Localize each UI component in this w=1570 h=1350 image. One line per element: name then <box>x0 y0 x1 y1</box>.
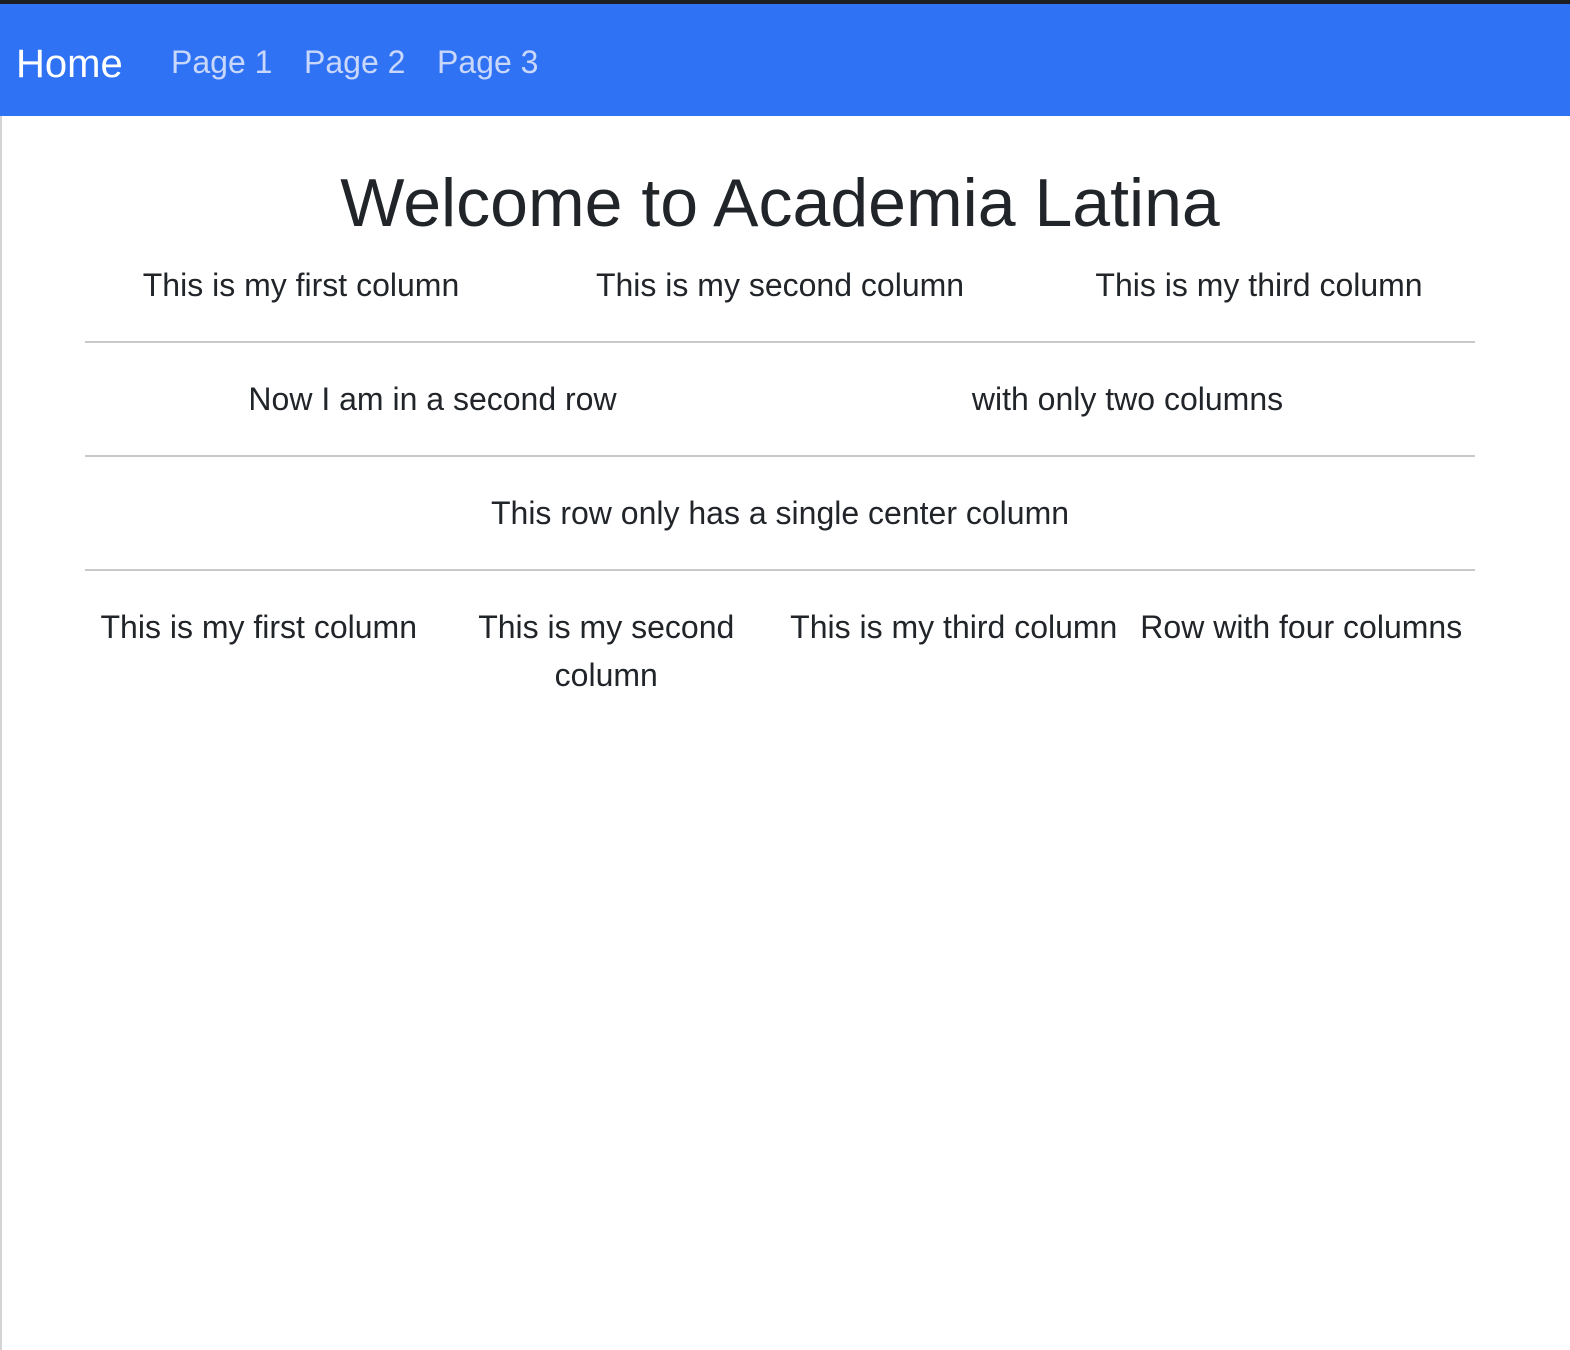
row2-column-1: Now I am in a second row <box>248 381 617 417</box>
row1-column-2: This is my second column <box>595 267 965 303</box>
row4-column-3: This is my third column <box>790 609 1118 645</box>
row2-column-2: with only two columns <box>971 381 1284 417</box>
row-divider <box>85 569 1475 571</box>
row4-column-4: Row with four columns <box>1140 609 1463 645</box>
nav-link-page-1[interactable]: Page 1 <box>171 42 272 82</box>
row-three-columns: This is my first column This is my secon… <box>85 261 1475 309</box>
window-left-edge <box>0 4 2 1350</box>
nav-link-page-3[interactable]: Page 3 <box>437 42 538 82</box>
row-divider <box>85 455 1475 457</box>
row4-column-2: This is my second column <box>478 609 735 693</box>
nav-link-page-2[interactable]: Page 2 <box>304 42 405 82</box>
navbar-brand-home-link[interactable]: Home <box>16 40 123 88</box>
row-single-column: This row only has a single center column <box>85 489 1475 537</box>
page-title: Welcome to Academia Latina <box>340 165 1220 241</box>
row1-column-1: This is my first column <box>142 267 460 303</box>
row3-center-column: This row only has a single center column <box>490 495 1070 531</box>
row-two-columns: Now I am in a second row with only two c… <box>85 375 1475 423</box>
navbar: Home Page 1 Page 2 Page 3 <box>0 4 1570 116</box>
row-divider <box>85 341 1475 343</box>
row4-column-1: This is my first column <box>100 609 417 645</box>
row-four-columns: This is my first column This is my secon… <box>85 603 1475 699</box>
row1-column-3: This is my third column <box>1095 267 1423 303</box>
